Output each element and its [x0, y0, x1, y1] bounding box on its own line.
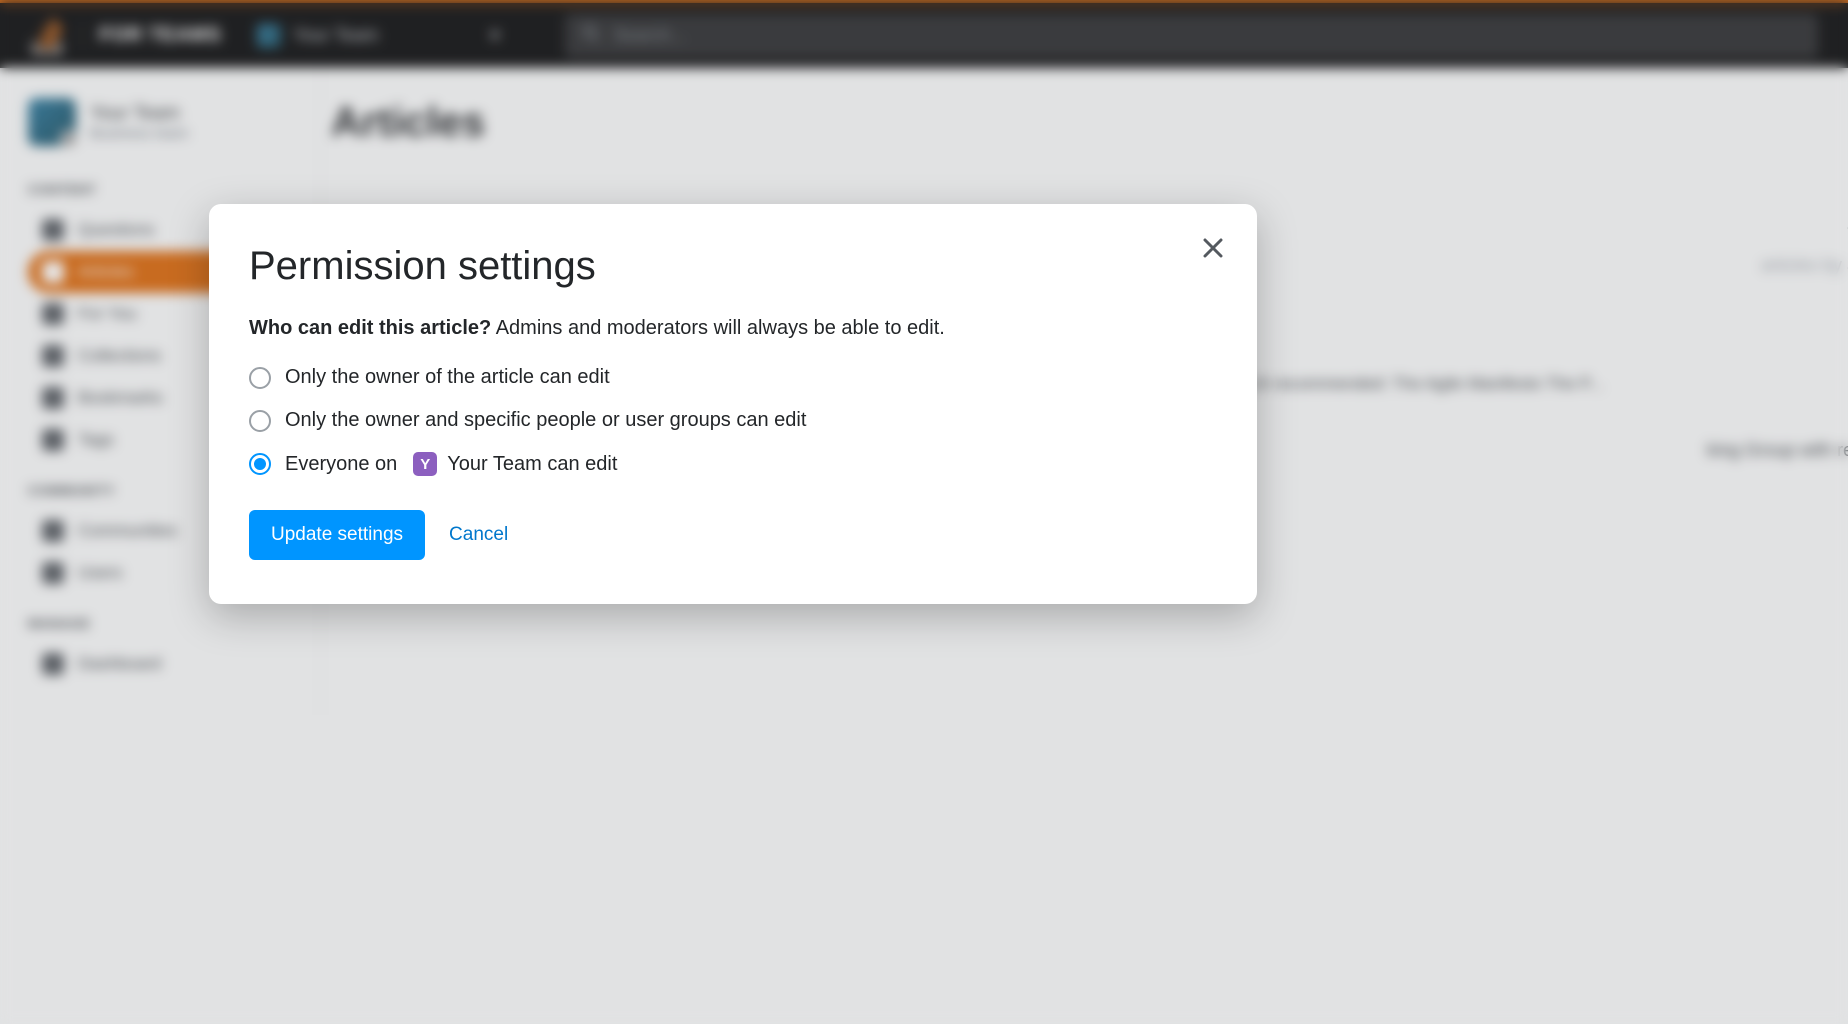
team-chip-icon: Y — [413, 452, 437, 476]
modal-actions: Update settings Cancel — [249, 510, 1217, 560]
radio-indicator — [249, 367, 271, 389]
update-settings-button[interactable]: Update settings — [249, 510, 425, 560]
close-button[interactable] — [1195, 230, 1231, 266]
radio-label: Only the owner of the article can edit — [285, 366, 610, 389]
radio-indicator — [249, 410, 271, 432]
radio-label-suffix: Your Team can edit — [447, 453, 617, 476]
cancel-button[interactable]: Cancel — [449, 524, 508, 546]
radio-label: Only the owner and specific people or us… — [285, 409, 806, 432]
modal-note: Admins and moderators will always be abl… — [496, 317, 945, 339]
radio-everyone[interactable]: Everyone on Y Your Team can edit — [249, 452, 1217, 476]
modal-subtitle: Who can edit this article? Admins and mo… — [249, 317, 1217, 340]
close-icon — [1203, 238, 1223, 258]
permission-settings-modal: Permission settings Who can edit this ar… — [209, 204, 1257, 604]
modal-title: Permission settings — [249, 244, 1217, 289]
radio-label-prefix: Everyone on — [285, 453, 397, 476]
radio-owner-only[interactable]: Only the owner of the article can edit — [249, 366, 1217, 389]
radio-indicator — [249, 453, 271, 475]
radio-owner-and-groups[interactable]: Only the owner and specific people or us… — [249, 409, 1217, 432]
modal-question: Who can edit this article? — [249, 317, 491, 339]
